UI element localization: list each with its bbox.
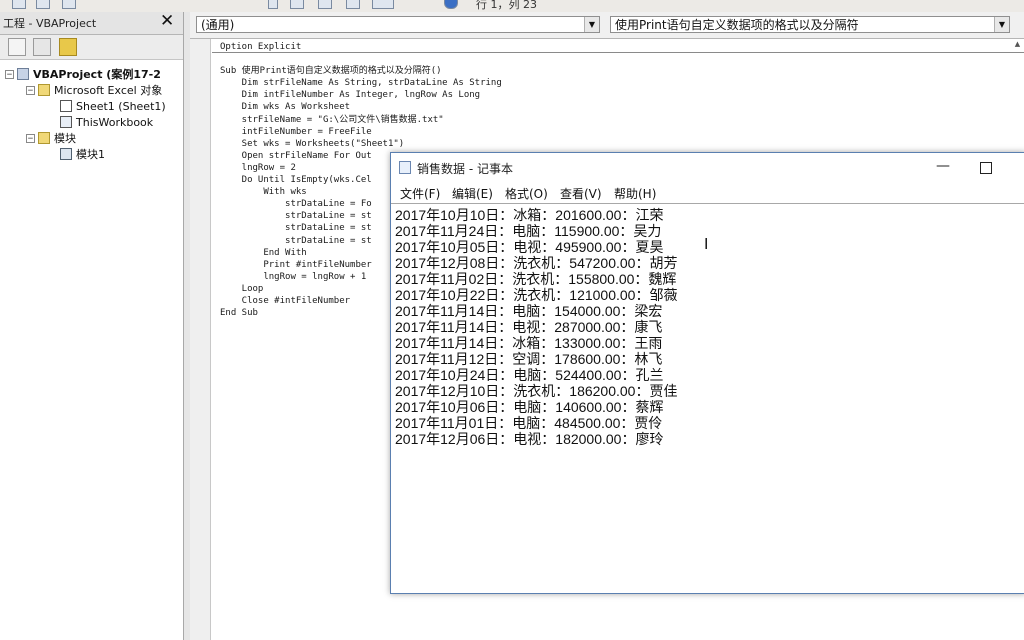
project-explorer: 工程 - VBAProject ✕ − VBAProject (案例17-2 −…: [0, 11, 184, 640]
code-line[interactable]: Option Explicit: [220, 41, 502, 53]
close-icon[interactable]: ✕: [160, 11, 174, 31]
cursor-position: 行 1，列 23: [476, 0, 537, 11]
text-line[interactable]: 2017年11月14日：电视：287000.00：康飞: [395, 319, 677, 335]
code-line[interactable]: [220, 53, 502, 65]
help-icon[interactable]: [444, 0, 458, 9]
folder-icon: [38, 84, 50, 96]
text-line[interactable]: 2017年12月10日：洗衣机：186200.00：贾佳: [395, 383, 677, 399]
toggle-folders-icon[interactable]: [59, 38, 77, 56]
tree-item-label: VBAProject (案例17-2: [33, 68, 161, 81]
notepad-icon: [399, 161, 411, 174]
text-line[interactable]: 2017年12月06日：电视：182000.00：廖玲: [395, 431, 677, 447]
minimize-icon[interactable]: —: [936, 158, 950, 174]
text-line[interactable]: 2017年10月22日：洗衣机：121000.00：邹薇: [395, 287, 677, 303]
project-explorer-toolbar: [0, 35, 183, 60]
code-line[interactable]: Set wks = Worksheets("Sheet1"): [220, 138, 502, 150]
text-line[interactable]: 2017年11月01日：电脑：484500.00：贾伶: [395, 415, 677, 431]
code-line[interactable]: Dim wks As Worksheet: [220, 101, 502, 113]
tree-item-label: 模块1: [76, 148, 105, 161]
code-line[interactable]: strFileName = "G:\公司文件\销售数据.txt": [220, 114, 502, 126]
tree-item-label: Sheet1 (Sheet1): [76, 99, 166, 113]
text-line[interactable]: 2017年11月14日：冰箱：133000.00：王雨: [395, 335, 677, 351]
procedure-dropdown-value: 使用Print语句自定义数据项的格式以及分隔符: [615, 18, 859, 32]
undo-icon[interactable]: [372, 0, 394, 9]
text-line[interactable]: 2017年11月02日：洗衣机：155800.00：魏辉: [395, 271, 677, 287]
menu-view[interactable]: 查看(V): [560, 185, 602, 202]
tree-item-module1[interactable]: 模块1: [60, 146, 105, 162]
view-code-icon[interactable]: [8, 38, 26, 56]
object-dropdown[interactable]: (通用) ▼: [196, 16, 600, 33]
tree-item-modules[interactable]: − 模块: [26, 130, 76, 146]
paste-icon[interactable]: [318, 0, 332, 9]
procedure-dropdown[interactable]: 使用Print语句自定义数据项的格式以及分隔符 ▼: [610, 16, 1010, 33]
collapse-icon[interactable]: −: [5, 69, 14, 79]
module-icon: [60, 148, 72, 160]
cut-icon[interactable]: [268, 0, 278, 9]
code-line[interactable]: intFileNumber = FreeFile: [220, 126, 502, 138]
copy-icon[interactable]: [290, 0, 304, 9]
chevron-down-icon[interactable]: ▼: [584, 17, 599, 32]
excel-icon[interactable]: [12, 0, 26, 9]
project-explorer-title: 工程 - VBAProject: [3, 17, 97, 30]
find-icon[interactable]: [346, 0, 360, 9]
text-line[interactable]: 2017年10月10日：冰箱：201600.00：江荣: [395, 207, 677, 223]
menu-format[interactable]: 格式(O): [505, 185, 548, 202]
insert-icon[interactable]: [36, 0, 50, 9]
save-icon[interactable]: [62, 0, 76, 9]
code-margin[interactable]: [190, 39, 211, 640]
tree-item-vbaproject[interactable]: − VBAProject (案例17-2: [5, 66, 161, 82]
notepad-title: 销售数据 - 记事本: [417, 162, 513, 176]
chevron-down-icon[interactable]: ▼: [994, 17, 1009, 32]
view-object-icon[interactable]: [33, 38, 51, 56]
menu-edit[interactable]: 编辑(E): [452, 185, 493, 202]
tree-item-label: 模块: [54, 132, 76, 145]
notepad-titlebar[interactable]: 销售数据 - 记事本 —: [391, 153, 1024, 181]
tree-item-sheet1[interactable]: Sheet1 (Sheet1): [60, 98, 166, 114]
notepad-text-area[interactable]: 2017年10月10日：冰箱：201600.00：江荣 2017年11月24日：…: [391, 203, 1024, 592]
tree-item-label: ThisWorkbook: [76, 115, 154, 129]
maximize-icon[interactable]: [980, 162, 992, 174]
text-line[interactable]: 2017年11月24日：电脑：115900.00：吴力: [395, 223, 677, 239]
notepad-menubar: 文件(F) 编辑(E) 格式(O) 查看(V) 帮助(H): [391, 182, 1024, 202]
menu-help[interactable]: 帮助(H): [614, 185, 656, 202]
text-line[interactable]: 2017年10月06日：电脑：140600.00：蔡辉: [395, 399, 677, 415]
notepad-lines[interactable]: 2017年10月10日：冰箱：201600.00：江荣 2017年11月24日：…: [395, 207, 677, 447]
menu-file[interactable]: 文件(F): [400, 185, 440, 202]
text-line[interactable]: 2017年11月12日：空调：178600.00：林飞: [395, 351, 677, 367]
tree-item-thisworkbook[interactable]: ThisWorkbook: [60, 114, 153, 130]
code-line[interactable]: Dim strFileName As String, strDataLine A…: [220, 77, 502, 89]
text-cursor-icon: I: [704, 235, 709, 253]
text-line[interactable]: 2017年11月14日：电脑：154000.00：梁宏: [395, 303, 677, 319]
folder-icon: [38, 132, 50, 144]
collapse-icon[interactable]: −: [26, 133, 35, 143]
collapse-icon[interactable]: −: [26, 85, 35, 95]
notepad-window: 销售数据 - 记事本 — 文件(F) 编辑(E) 格式(O) 查看(V) 帮助(…: [390, 152, 1024, 594]
sheet-icon: [60, 100, 72, 112]
tree-item-excel-objects[interactable]: − Microsoft Excel 对象: [26, 82, 162, 98]
object-dropdown-value: (通用): [201, 18, 235, 32]
workbook-icon: [60, 116, 72, 128]
tree-item-label: Microsoft Excel 对象: [54, 84, 163, 97]
text-line[interactable]: 2017年12月08日：洗衣机：547200.00：胡芳: [395, 255, 677, 271]
scroll-up-icon[interactable]: ▲: [1012, 40, 1023, 50]
text-line[interactable]: 2017年10月24日：电脑：524400.00：孔兰: [395, 367, 677, 383]
code-line[interactable]: Sub 使用Print语句自定义数据项的格式以及分隔符(): [220, 65, 502, 77]
project-icon: [17, 68, 29, 80]
text-line[interactable]: 2017年10月05日：电视：495900.00：夏昊: [395, 239, 677, 255]
project-explorer-titlebar: 工程 - VBAProject ✕: [0, 11, 183, 35]
code-window-header: (通用) ▼ 使用Print语句自定义数据项的格式以及分隔符 ▼: [190, 12, 1024, 39]
code-line[interactable]: Dim intFileNumber As Integer, lngRow As …: [220, 89, 502, 101]
